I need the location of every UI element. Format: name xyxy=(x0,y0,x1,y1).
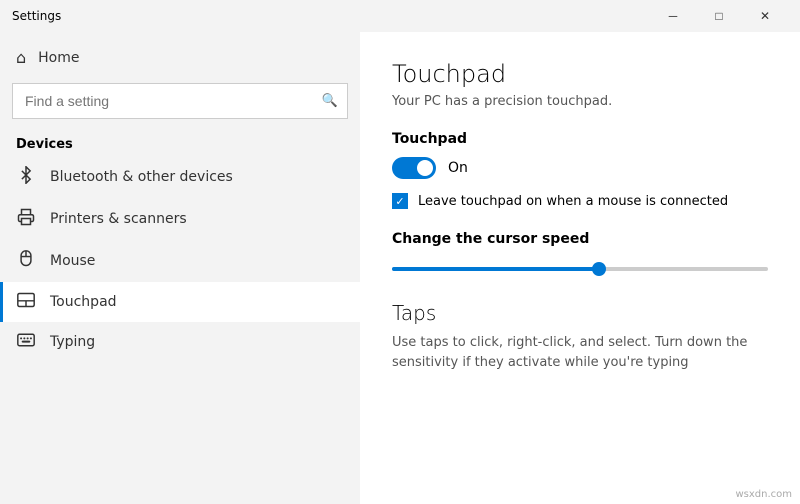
taps-description: Use taps to click, right-click, and sele… xyxy=(392,333,768,372)
title-bar: Settings ─ □ ✕ xyxy=(0,0,800,32)
watermark: wsxdn.com xyxy=(735,489,792,500)
sidebar-item-touchpad-label: Touchpad xyxy=(50,294,117,310)
sidebar-item-mouse-label: Mouse xyxy=(50,253,95,269)
content-area: Touchpad Your PC has a precision touchpa… xyxy=(360,32,800,504)
window-title: Settings xyxy=(12,9,650,23)
sidebar-item-bluetooth-label: Bluetooth & other devices xyxy=(50,169,233,185)
sidebar-item-typing[interactable]: Typing xyxy=(0,322,360,361)
touchpad-section-label: Touchpad xyxy=(392,131,768,147)
slider-fill xyxy=(392,267,599,271)
slider-track-wrap xyxy=(392,259,768,279)
sidebar-item-printers-label: Printers & scanners xyxy=(50,211,187,227)
slider-track[interactable] xyxy=(392,267,768,271)
sidebar-item-printers[interactable]: Printers & scanners xyxy=(0,198,360,240)
search-box: 🔍 xyxy=(12,83,348,119)
page-title: Touchpad xyxy=(392,60,768,88)
search-icon: 🔍 xyxy=(322,94,338,109)
touchpad-toggle[interactable] xyxy=(392,157,436,179)
touchpad-toggle-label: On xyxy=(448,160,468,176)
close-button[interactable]: ✕ xyxy=(742,0,788,32)
toggle-knob xyxy=(417,160,433,176)
checkbox-check-icon: ✓ xyxy=(395,195,404,208)
slider-section: Change the cursor speed xyxy=(392,231,768,279)
sidebar-item-touchpad[interactable]: Touchpad xyxy=(0,282,360,322)
touchpad-toggle-row: On xyxy=(392,157,768,179)
sidebar-section-label: Devices xyxy=(0,127,360,156)
taps-title: Taps xyxy=(392,301,768,325)
checkbox-row: ✓ Leave touchpad on when a mouse is conn… xyxy=(392,193,768,209)
keyboard-icon xyxy=(16,332,36,351)
search-input[interactable] xyxy=(12,83,348,119)
sidebar-item-bluetooth[interactable]: Bluetooth & other devices xyxy=(0,156,360,198)
sidebar-item-typing-label: Typing xyxy=(50,334,95,350)
mouse-icon xyxy=(16,250,36,272)
app-body: ⌂ Home 🔍 Devices Bluetooth & other devic… xyxy=(0,32,800,504)
bluetooth-icon xyxy=(16,166,36,188)
slider-title: Change the cursor speed xyxy=(392,231,768,247)
touchpad-icon xyxy=(16,292,36,312)
sidebar: ⌂ Home 🔍 Devices Bluetooth & other devic… xyxy=(0,32,360,504)
printer-icon xyxy=(16,208,36,230)
slider-thumb[interactable] xyxy=(592,262,606,276)
maximize-button[interactable]: □ xyxy=(696,0,742,32)
sidebar-item-home[interactable]: ⌂ Home xyxy=(0,40,360,75)
sidebar-item-mouse[interactable]: Mouse xyxy=(0,240,360,282)
checkbox-label: Leave touchpad on when a mouse is connec… xyxy=(418,194,728,209)
home-label: Home xyxy=(38,50,79,66)
leave-touchpad-checkbox[interactable]: ✓ xyxy=(392,193,408,209)
window-controls: ─ □ ✕ xyxy=(650,0,788,32)
page-subtitle: Your PC has a precision touchpad. xyxy=(392,94,768,109)
minimize-button[interactable]: ─ xyxy=(650,0,696,32)
home-icon: ⌂ xyxy=(16,48,26,67)
